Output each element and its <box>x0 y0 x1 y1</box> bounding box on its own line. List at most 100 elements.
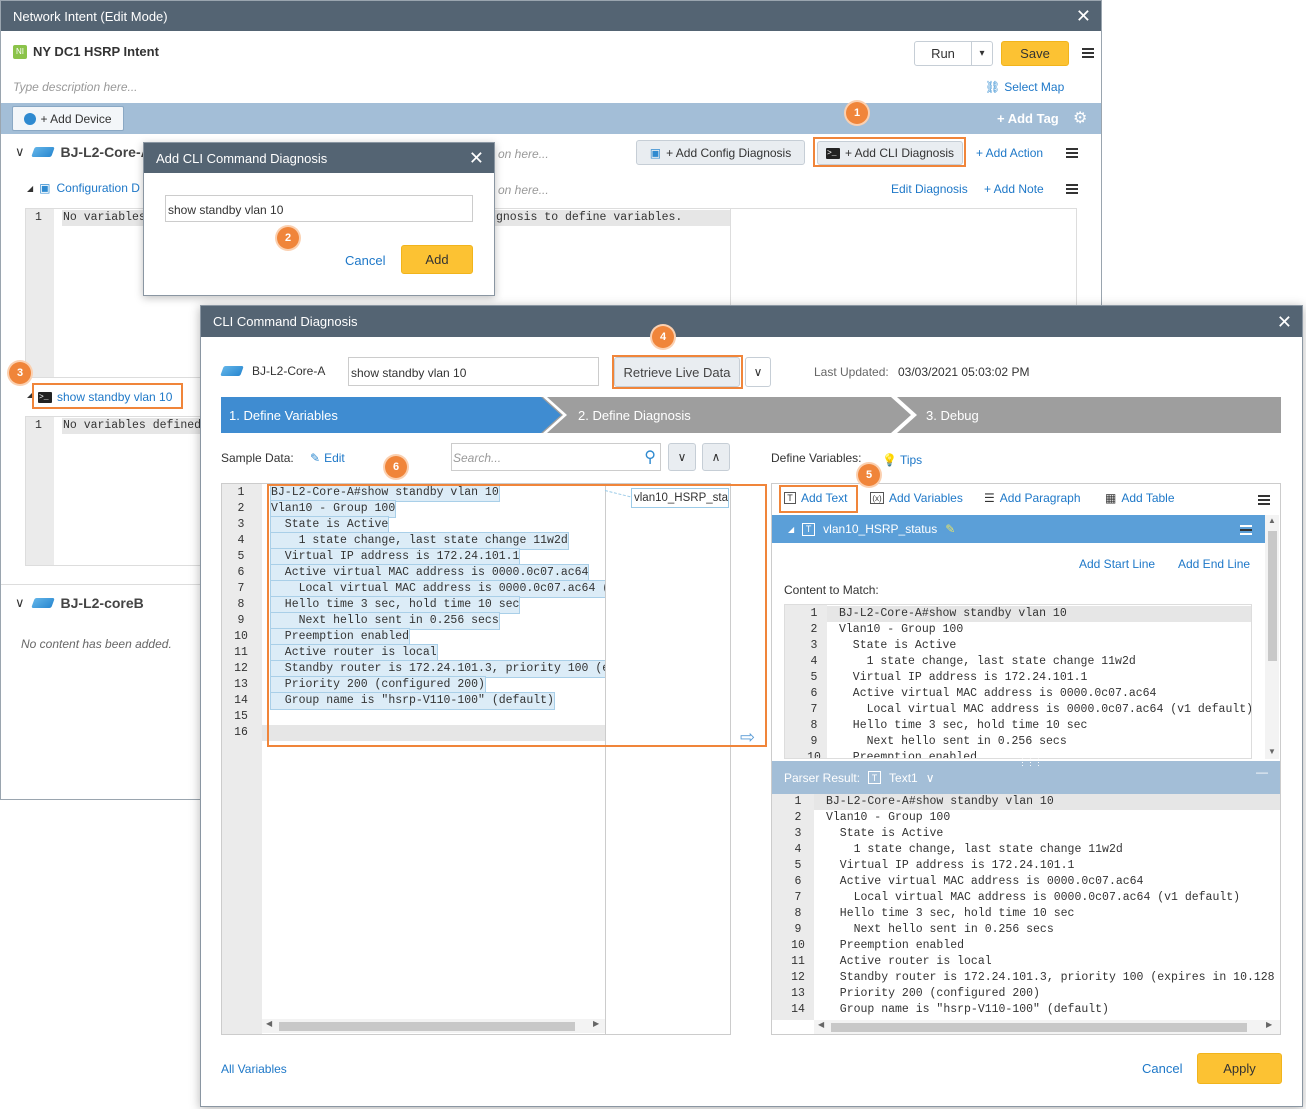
line-number: 14 <box>791 1003 805 1016</box>
gear-icon[interactable]: ⚙ <box>1073 108 1087 128</box>
tips-link[interactable]: 💡 Tips <box>882 453 922 467</box>
add-config-diagnosis-button[interactable]: ▣ + Add Config Diagnosis <box>636 140 805 165</box>
code-line: 9 Next hello sent in 0.256 secs <box>221 612 605 630</box>
variable-tag[interactable]: vlan10_HSRP_statu <box>631 488 729 508</box>
step-debug[interactable]: 3. Debug <box>918 397 979 433</box>
code-line: 1 BJ-L2-Core-A#show standby vlan 10 <box>772 794 1280 810</box>
collapse-icon[interactable]: ◢ <box>27 390 33 399</box>
description-input[interactable]: Type description here... <box>13 80 138 94</box>
cli-editor[interactable]: 1 No variables defined <box>25 416 205 566</box>
chevron-down-icon[interactable]: ∨ <box>926 771 935 785</box>
line-number: 2 <box>810 623 818 636</box>
scroll-down-icon[interactable]: ▼ <box>1268 747 1276 756</box>
menu-icon[interactable] <box>1066 184 1078 194</box>
command-input[interactable]: show standby vlan 10 <box>165 195 473 222</box>
menu-icon[interactable] <box>1258 495 1270 505</box>
line-number: 10 <box>791 939 805 952</box>
add-cli-diagnosis-button[interactable]: >_ + Add CLI Diagnosis <box>817 141 963 165</box>
configuration-link[interactable]: Configuration D <box>57 181 140 195</box>
line-number: 9 <box>794 923 802 936</box>
retrieve-dropdown-button[interactable]: ∨ <box>745 357 771 387</box>
parser-result-select[interactable]: Text1 <box>889 771 918 785</box>
add-end-line-link[interactable]: Add End Line <box>1178 557 1250 571</box>
line-number: 3 <box>237 518 245 531</box>
edit-link[interactable]: ✎ Edit <box>310 451 345 465</box>
add-start-line-link[interactable]: Add Start Line <box>1079 557 1155 571</box>
map-icon: ⛓ <box>985 80 1001 94</box>
add-variables-button[interactable]: (x) Add Variables <box>870 491 963 505</box>
device-b-name: BJ-L2-coreB <box>60 595 144 611</box>
line-number: 7 <box>794 891 802 904</box>
add-paragraph-button[interactable]: ☰ Add Paragraph <box>984 491 1081 505</box>
chevron-down-icon[interactable]: ∨ <box>15 144 25 160</box>
arrow-right-icon[interactable]: ⇨ <box>740 727 755 748</box>
step-define-diagnosis[interactable]: 2. Define Diagnosis <box>570 397 691 433</box>
select-map-link[interactable]: ⛓ Select Map <box>985 80 1064 94</box>
vertical-scrollbar[interactable]: ▲ ▼ <box>1265 515 1279 759</box>
scroll-right-icon[interactable]: ▶ <box>1266 1020 1272 1029</box>
code-line: 2 Vlan10 - Group 100 <box>785 622 1251 638</box>
cancel-button[interactable]: Cancel <box>1142 1061 1182 1076</box>
search-input[interactable]: Search... ⚲ <box>451 443 661 471</box>
horizontal-scrollbar[interactable]: ◀ ▶ <box>262 1019 605 1033</box>
close-icon[interactable]: ✕ <box>1076 7 1091 25</box>
match-editor[interactable]: 1 BJ-L2-Core-A#show standby vlan 10 2 Vlan1… <box>784 604 1252 759</box>
all-variables-link[interactable]: All Variables <box>221 1062 287 1076</box>
scroll-up-icon[interactable]: ▲ <box>1268 516 1276 525</box>
chevron-down-icon[interactable]: ∨ <box>15 595 25 611</box>
search-prev-button[interactable]: ∧ <box>702 443 730 471</box>
scroll-left-icon[interactable]: ◀ <box>266 1019 272 1028</box>
lightbulb-icon: 💡 <box>882 453 897 467</box>
run-button[interactable]: Run <box>914 41 972 66</box>
menu-icon[interactable] <box>1240 525 1252 535</box>
step-define-variables[interactable]: 1. Define Variables <box>221 397 338 433</box>
add-text-button[interactable]: T Add Text <box>784 491 847 505</box>
configuration-description[interactable]: on here... <box>498 183 549 197</box>
minimize-icon[interactable]: — <box>1256 765 1268 779</box>
collapse-icon[interactable]: ◢ <box>788 525 794 534</box>
dialog-title: Add CLI Command Diagnosis <box>156 150 328 166</box>
intent-name: NY DC1 HSRP Intent <box>33 44 159 59</box>
variable-header[interactable]: ◢ T vlan10_HSRP_status ✎ <box>772 515 1265 543</box>
menu-icon[interactable] <box>1066 148 1078 158</box>
run-dropdown-button[interactable]: ▾ <box>971 41 993 66</box>
add-action-link[interactable]: + Add Action <box>976 146 1043 160</box>
cancel-button[interactable]: Cancel <box>345 253 385 268</box>
retrieve-live-data-button[interactable]: Retrieve Live Data <box>614 357 740 387</box>
code-text: Group name is "hsrp-V110-100" (default) <box>826 1003 1109 1016</box>
code-line: 2 Vlan10 - Group 100 <box>772 810 1280 826</box>
search-next-button[interactable]: ∨ <box>668 443 696 471</box>
scroll-left-icon[interactable]: ◀ <box>818 1020 824 1029</box>
add-tag-button[interactable]: + Add Tag <box>997 111 1059 126</box>
variable-name: vlan10_HSRP_status <box>823 522 938 536</box>
resize-handle-icon[interactable]: ⋮⋮⋮ <box>1018 757 1043 768</box>
pencil-icon[interactable]: ✎ <box>945 522 955 536</box>
scroll-right-icon[interactable]: ▶ <box>593 1019 599 1028</box>
add-button[interactable]: Add <box>401 245 473 274</box>
save-button[interactable]: Save <box>1001 41 1069 66</box>
close-icon[interactable]: ✕ <box>469 149 484 167</box>
scrollbar-thumb[interactable] <box>831 1023 1247 1032</box>
edit-diagnosis-link[interactable]: Edit Diagnosis <box>891 182 968 196</box>
menu-icon[interactable] <box>1082 48 1094 58</box>
close-icon[interactable]: ✕ <box>1277 313 1292 331</box>
parser-result-editor[interactable]: 1 BJ-L2-Core-A#show standby vlan 10 2 Vlan1… <box>772 794 1280 1020</box>
apply-button[interactable]: Apply <box>1197 1053 1282 1084</box>
code-line: 5 Virtual IP address is 172.24.101.1 <box>772 858 1280 874</box>
code-text: Next hello sent in 0.256 secs <box>839 735 1067 748</box>
scrollbar-thumb[interactable] <box>279 1022 575 1031</box>
horizontal-scrollbar[interactable]: ◀ ▶ <box>814 1020 1280 1034</box>
add-table-button[interactable]: ▦ Add Table <box>1105 491 1175 505</box>
device-a-name: BJ-L2-Core-A <box>60 144 151 160</box>
device-a-header: ∨ BJ-L2-Core-A <box>15 144 151 160</box>
add-device-button[interactable]: + Add Device <box>12 106 124 131</box>
code-text: Preemption enabled <box>839 751 978 759</box>
add-note-link[interactable]: + Add Note <box>984 182 1044 196</box>
scrollbar-thumb[interactable] <box>1268 531 1277 661</box>
collapse-icon[interactable]: ◢ <box>27 184 33 193</box>
dialog-command-input[interactable]: show standby vlan 10 <box>348 357 599 386</box>
line-number: 6 <box>237 566 245 579</box>
cli-item[interactable]: >_ show standby vlan 10 <box>35 386 183 408</box>
device-a-description[interactable]: on here... <box>498 147 549 161</box>
code-text: Next hello sent in 0.256 secs <box>826 923 1054 936</box>
